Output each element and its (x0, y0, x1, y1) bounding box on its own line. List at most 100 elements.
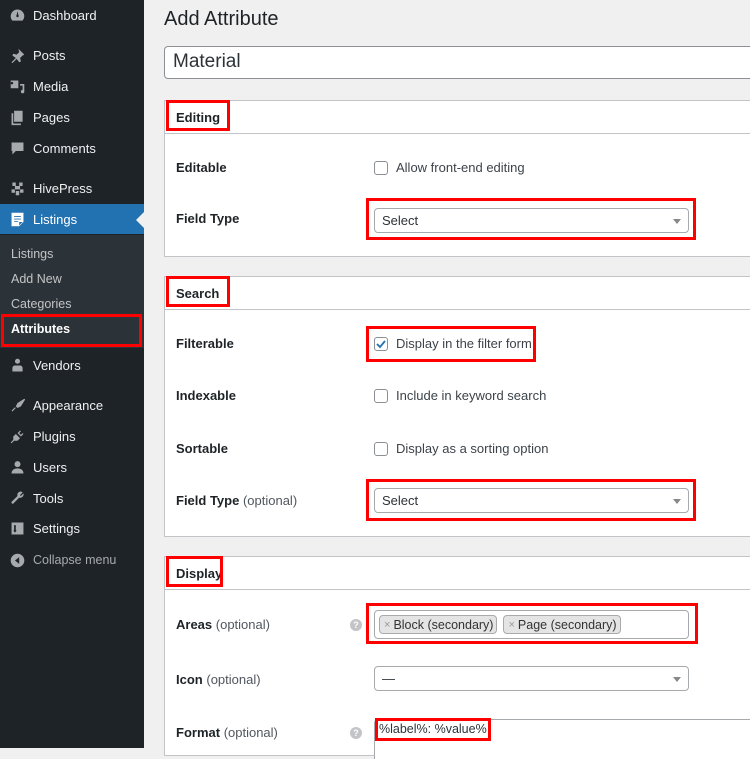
submenu-item-categories[interactable]: Categories (0, 292, 144, 316)
menu-label: Listings (33, 211, 78, 227)
checkbox-box[interactable] (374, 160, 388, 175)
areas-multiselect[interactable]: × Block (secondary) × Page (secondary) (374, 610, 689, 639)
help-icon[interactable]: ? (350, 727, 362, 739)
menu-item-vendors[interactable]: Vendors (0, 350, 144, 380)
indexable-checkbox[interactable]: Include in keyword search (374, 388, 546, 403)
collapse-label: Collapse menu (33, 553, 117, 567)
tag-label: Page (secondary) (517, 617, 617, 632)
menu-label: Settings (33, 520, 80, 536)
menu-label: Appearance (33, 397, 104, 413)
optional-text: (optional) (242, 493, 298, 508)
listings-submenu: Listings Add New Categories Attributes (0, 235, 144, 348)
field-type-label: Field Type (176, 211, 240, 226)
hivepress-icon (7, 178, 27, 198)
menu-label: Dashboard (33, 7, 97, 23)
chevron-down-icon (673, 677, 681, 682)
menu-item-settings[interactable]: Settings (0, 513, 144, 543)
optional-text: (optional) (223, 725, 278, 740)
user-icon (7, 457, 27, 477)
sortable-label: Sortable (176, 441, 229, 456)
media-icon (7, 76, 27, 96)
search-heading: Search (165, 277, 750, 310)
search-field-type-select[interactable]: Select (374, 488, 689, 513)
areas-label: Areas (optional) (176, 617, 270, 632)
checkbox-label: Include in keyword search (396, 388, 547, 403)
menu-item-comments[interactable]: Comments (0, 133, 144, 163)
optional-text: (optional) (206, 672, 261, 687)
pages-icon (7, 107, 27, 127)
settings-icon (7, 518, 27, 538)
chevron-down-icon (673, 499, 681, 504)
format-textarea[interactable]: %label%: %value% (374, 719, 750, 759)
label-text: Format (176, 725, 221, 740)
menu-item-plugins[interactable]: Plugins (0, 421, 144, 451)
attribute-name-input[interactable]: Material (164, 46, 750, 79)
select-value: Select (382, 213, 419, 228)
menu-item-pages[interactable]: Pages (0, 102, 144, 132)
field-type-label: Field Type (optional) (176, 493, 297, 508)
plugin-icon (7, 426, 27, 446)
format-label: Format (optional) (176, 725, 278, 740)
menu-label: Media (33, 78, 69, 94)
chevron-down-icon (673, 219, 681, 224)
icon-select[interactable]: — (374, 666, 689, 691)
help-icon[interactable]: ? (350, 619, 362, 631)
submenu-item-listings[interactable]: Listings (0, 242, 144, 266)
editing-heading: Editing (165, 101, 750, 134)
menu-label: Comments (33, 140, 96, 156)
menu-item-listings[interactable]: Listings (0, 204, 144, 234)
brush-icon (7, 395, 27, 415)
comment-icon (7, 138, 27, 158)
label-text: Icon (176, 672, 203, 687)
menu-label: Pages (33, 109, 70, 125)
optional-text: (optional) (215, 617, 270, 632)
label-text: Areas (176, 617, 213, 632)
vendor-icon (7, 355, 27, 375)
menu-item-media[interactable]: Media (0, 71, 144, 101)
menu-label: HivePress (33, 180, 93, 196)
tag-label: Block (secondary) (393, 617, 494, 632)
submenu-item-attributes[interactable]: Attributes (0, 317, 144, 341)
menu-item-tools[interactable]: Tools (0, 483, 144, 513)
area-tag: × Page (secondary) (503, 615, 621, 634)
editable-checkbox[interactable]: Allow front-end editing (374, 160, 525, 175)
collapse-menu-button[interactable]: Collapse menu (0, 545, 144, 575)
editable-label: Editable (176, 160, 227, 175)
icon-label: Icon (optional) (176, 672, 261, 687)
checkbox-box[interactable] (374, 388, 388, 403)
filterable-checkbox[interactable]: Display in the filter form (374, 336, 532, 351)
menu-label: Tools (33, 490, 64, 506)
checkbox-label: Allow front-end editing (396, 160, 525, 175)
admin-sidebar: Dashboard Posts Media Pages Comments Hiv… (0, 0, 144, 748)
checkbox-box[interactable] (374, 441, 388, 456)
collapse-arrow-icon (7, 550, 27, 570)
menu-item-users[interactable]: Users (0, 452, 144, 482)
editing-field-type-select[interactable]: Select (374, 208, 689, 233)
main-content: Add Attribute Material Editing Editable … (144, 0, 750, 759)
editing-box: Editing Editable Allow front-end editing… (164, 100, 750, 257)
checkbox-label: Display as a sorting option (396, 441, 549, 456)
menu-item-posts[interactable]: Posts (0, 40, 144, 70)
menu-label: Vendors (33, 357, 81, 373)
label-text: Field Type (176, 493, 240, 508)
display-heading: Display (165, 557, 750, 590)
indexable-label: Indexable (176, 388, 236, 403)
dashboard-icon (7, 5, 27, 25)
checkmark-icon (376, 339, 386, 348)
menu-label: Plugins (33, 428, 76, 444)
filterable-label: Filterable (176, 336, 234, 351)
page-title: Add Attribute (164, 8, 279, 30)
menu-item-appearance[interactable]: Appearance (0, 390, 144, 420)
menu-item-hivepress[interactable]: HivePress (0, 173, 144, 203)
submenu-item-add-new[interactable]: Add New (0, 267, 144, 291)
listings-icon (7, 209, 27, 229)
sortable-checkbox[interactable]: Display as a sorting option (374, 441, 548, 456)
remove-tag-icon[interactable]: × (508, 619, 514, 631)
select-value: — (382, 671, 395, 686)
remove-tag-icon[interactable]: × (384, 619, 390, 631)
menu-label: Posts (33, 47, 66, 63)
menu-item-dashboard[interactable]: Dashboard (0, 0, 144, 30)
checkbox-box[interactable] (374, 336, 388, 351)
select-value: Select (382, 493, 419, 508)
search-box: Search Filterable Display in the filter … (164, 276, 750, 537)
